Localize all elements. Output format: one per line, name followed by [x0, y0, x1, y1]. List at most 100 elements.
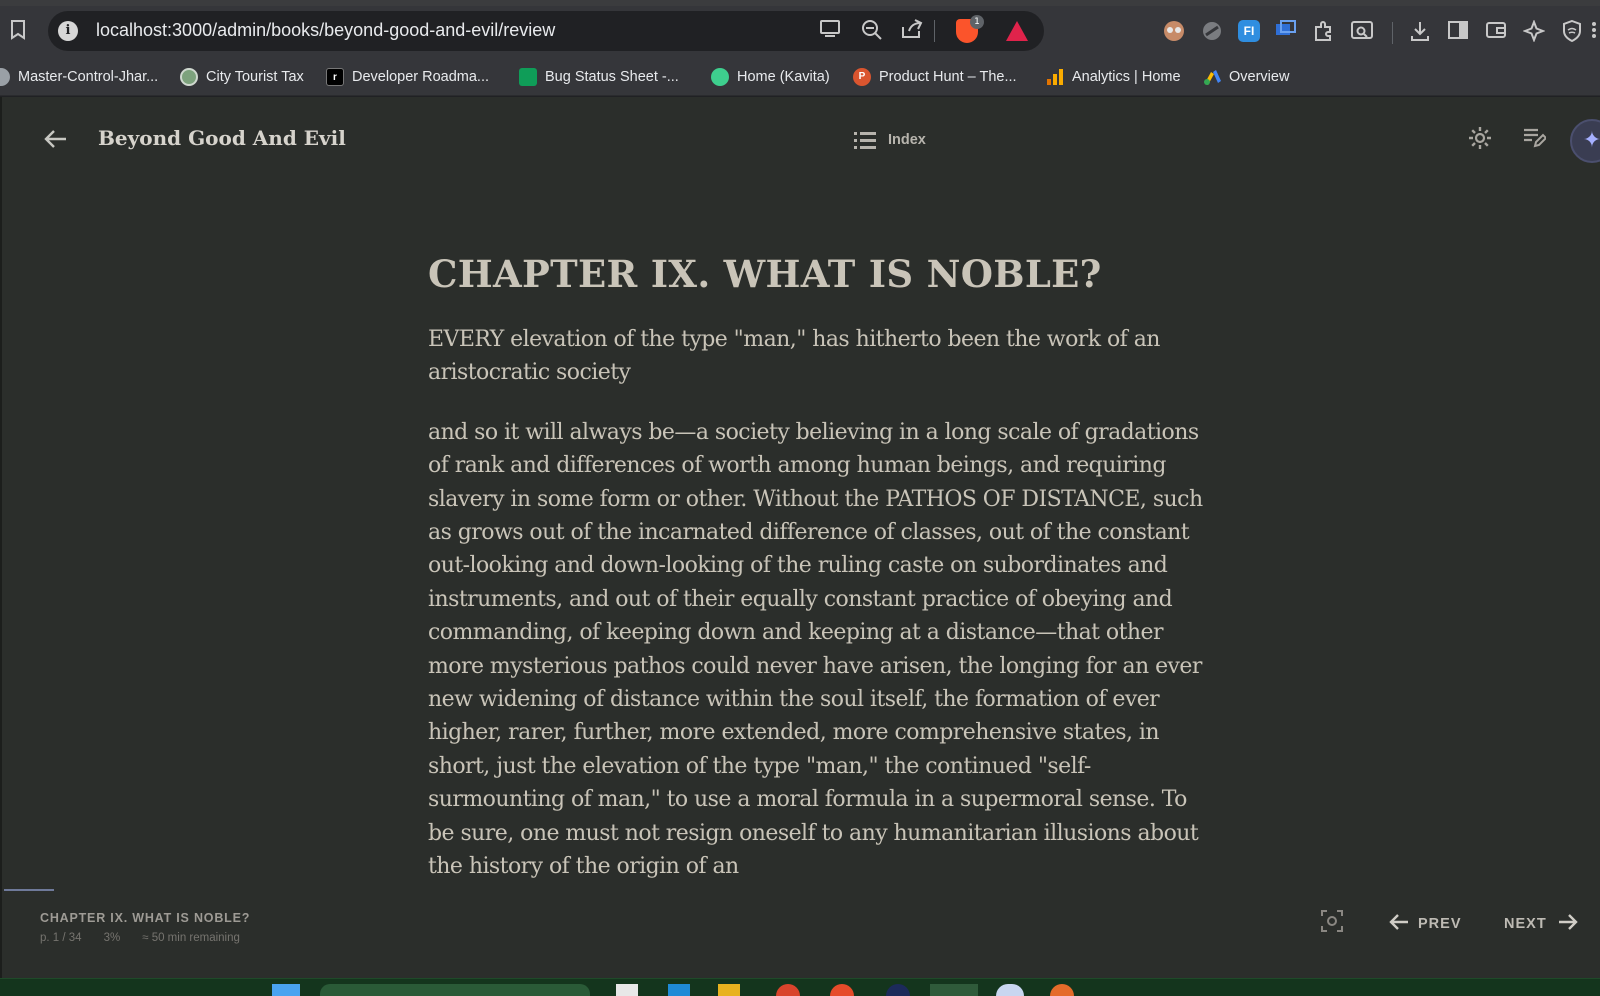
arrow-right-icon	[1557, 911, 1579, 937]
taskbar-app-icon[interactable]	[830, 984, 854, 996]
bookmarks-bar: Master-Control-Jhar... City Tourist Tax …	[0, 58, 1600, 96]
prev-button[interactable]: PREV	[1388, 910, 1462, 938]
extension-windows-icon[interactable]	[1274, 20, 1298, 44]
taskbar-app-icon[interactable]	[616, 984, 638, 996]
percent-indicator: 3%	[103, 932, 121, 944]
extension-face-icon[interactable]	[1162, 20, 1186, 44]
bookmark-analytics[interactable]: Analytics | Home	[1046, 66, 1181, 88]
text-line: as grows out of the incarnated differenc…	[428, 520, 1190, 546]
arrow-left-icon	[1388, 911, 1410, 937]
prev-label: PREV	[1418, 916, 1462, 932]
text-line: commanding, of keeping down and keeping …	[428, 620, 1164, 646]
browser-toolbar: i localhost:3000/admin/books/beyond-good…	[0, 6, 1600, 58]
text-line: the history of the origin of an	[428, 854, 739, 880]
kavita-icon	[711, 68, 729, 86]
download-icon[interactable]	[1408, 20, 1432, 44]
settings-gear-icon[interactable]	[1466, 126, 1494, 154]
chapter-heading: CHAPTER IX. WHAT IS NOBLE?	[428, 252, 1102, 296]
share-icon[interactable]	[900, 19, 924, 43]
bookmark-city-tourist-tax[interactable]: City Tourist Tax	[180, 66, 304, 88]
zoom-icon[interactable]	[860, 19, 884, 43]
bookmark-developer-roadmap[interactable]: r Developer Roadma...	[326, 66, 489, 88]
taskbar-app-icon[interactable]	[886, 984, 910, 996]
text-line: short, just the elevation of the type "m…	[428, 753, 1091, 779]
bookmark-overview[interactable]: Overview	[1203, 66, 1289, 88]
site-info-icon[interactable]: i	[58, 21, 78, 41]
omnibox-divider	[934, 20, 935, 42]
cast-icon[interactable]	[818, 19, 842, 43]
windows-start-icon[interactable]	[272, 984, 300, 996]
footer-meta: p. 1 / 34 3% ≈ 50 min remaining	[40, 932, 262, 944]
list-icon	[854, 131, 876, 149]
text-line: surmounting of man," to use a moral form…	[428, 787, 1187, 813]
product-hunt-icon: P	[853, 68, 871, 86]
text-line: be sure, one must not resign oneself to …	[428, 820, 1199, 846]
toolbar-divider	[1392, 22, 1393, 44]
bookmark-label: Master-Control-Jhar...	[18, 69, 159, 85]
book-reader: Beyond Good And Evil Index ✦ CHAPTER IX.…	[0, 97, 1600, 978]
vpn-shield-icon[interactable]	[1560, 19, 1584, 44]
sidebar-icon[interactable]	[1446, 20, 1470, 44]
reading-progress-bar	[4, 889, 54, 891]
text-line: out-looking and down-looking of the ruli…	[428, 553, 1168, 579]
back-arrow-icon[interactable]	[42, 127, 70, 155]
wallet-icon[interactable]	[1484, 20, 1508, 44]
tab-search-icon[interactable]	[1350, 20, 1374, 44]
reader-header: Beyond Good And Evil Index ✦	[2, 97, 1600, 185]
bookmark-label: Analytics | Home	[1072, 69, 1181, 85]
text-line: of rank and differences of worth among h…	[428, 453, 1166, 479]
taskbar-app-icon[interactable]	[1050, 984, 1074, 996]
text-line: aristocratic society	[428, 360, 631, 386]
index-button[interactable]: Index	[854, 127, 926, 153]
bookmark-label: Overview	[1229, 69, 1290, 85]
bookmark-home-kavita[interactable]: Home (Kavita)	[711, 66, 830, 88]
text-line: higher, rarer, further, more extended, m…	[428, 720, 1160, 746]
bookmark-label: Bug Status Sheet -...	[545, 69, 679, 85]
roadmap-icon: r	[326, 68, 344, 86]
bookmark-bug-status-sheet[interactable]: Bug Status Sheet -...	[519, 66, 679, 88]
os-taskbar	[0, 978, 1600, 996]
reader-content: CHAPTER IX. WHAT IS NOBLE? EVERY elevati…	[428, 251, 1218, 884]
page-indicator: p. 1 / 34	[40, 932, 82, 944]
text-line: and so it will always be—a society belie…	[428, 419, 1199, 445]
time-remaining: ≈ 50 min remaining	[142, 932, 240, 944]
extension-fi-icon[interactable]: FI	[1238, 20, 1260, 42]
extension-blocker-icon[interactable]	[1200, 20, 1224, 44]
bookmark-label: Product Hunt – The...	[879, 69, 1017, 85]
taskbar-search-box[interactable]	[320, 984, 590, 996]
next-label: NEXT	[1504, 916, 1547, 932]
bookmark-master-control[interactable]: Master-Control-Jhar...	[0, 66, 158, 88]
paragraph-2: and so it will always be—a society belie…	[428, 416, 1218, 884]
brave-rewards-icon[interactable]	[1006, 21, 1028, 41]
taskbar-app-icon[interactable]	[718, 984, 740, 996]
ai-assistant-sparkle-icon[interactable]: ✦	[1570, 119, 1600, 163]
index-label: Index	[888, 132, 926, 148]
bookmark-label: City Tourist Tax	[206, 69, 304, 85]
extensions-puzzle-icon[interactable]	[1312, 20, 1336, 44]
bookmark-label: Home (Kavita)	[737, 69, 830, 85]
address-bar[interactable]: i localhost:3000/admin/books/beyond-good…	[48, 11, 1044, 51]
sheets-icon	[519, 68, 537, 86]
url-text[interactable]: localhost:3000/admin/books/beyond-good-a…	[96, 20, 555, 41]
menu-icon[interactable]	[1588, 20, 1600, 44]
bookmark-product-hunt[interactable]: P Product Hunt – The...	[853, 66, 1017, 88]
next-button[interactable]: NEXT	[1504, 910, 1579, 938]
taskbar-app-icon[interactable]	[668, 984, 690, 996]
taskbar-app-active[interactable]	[930, 984, 978, 996]
bookmark-icon[interactable]	[6, 20, 30, 44]
ads-icon	[1203, 68, 1221, 86]
seal-icon	[180, 68, 198, 86]
text-line: instruments, and out of their equally co…	[428, 586, 1173, 612]
paragraph-1: EVERY elevation of the type "man," has h…	[428, 323, 1218, 390]
text-line: slavery in some form or other. Without t…	[428, 486, 1203, 512]
analytics-icon	[1046, 68, 1064, 86]
bookmark-label: Developer Roadma...	[352, 69, 490, 85]
text-line: more mysterious pathos could never have …	[428, 653, 1202, 679]
taskbar-app-icon[interactable]	[776, 984, 800, 996]
taskbar-app-icon[interactable]	[996, 984, 1024, 996]
globe-icon	[0, 68, 10, 86]
notes-edit-icon[interactable]	[1520, 126, 1548, 154]
leo-ai-icon[interactable]	[1522, 19, 1546, 44]
focus-mode-icon[interactable]	[1318, 910, 1346, 938]
book-title: Beyond Good And Evil	[98, 126, 346, 150]
